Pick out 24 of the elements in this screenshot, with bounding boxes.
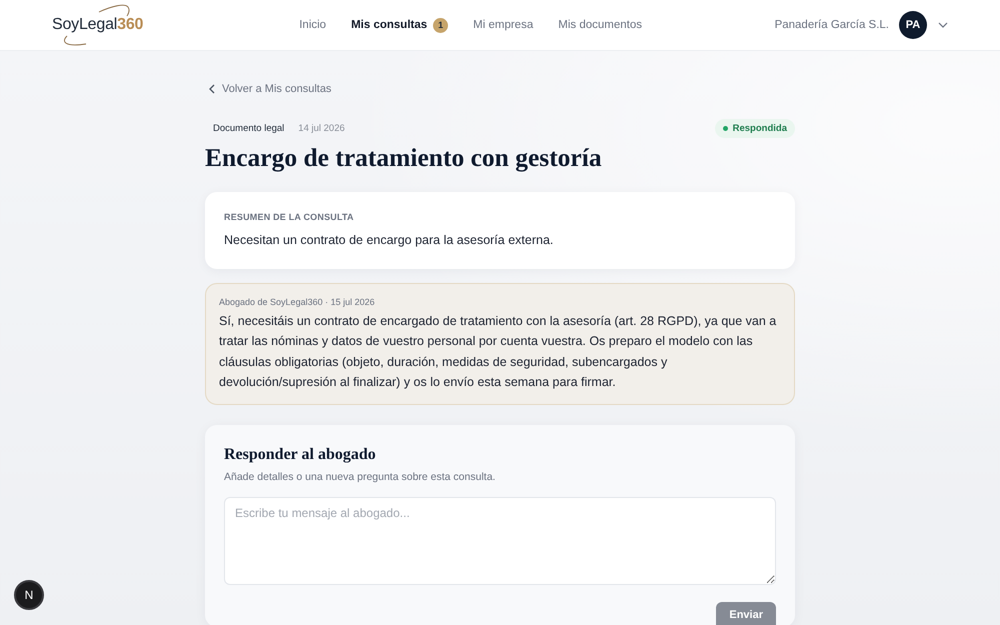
- nav-link[interactable]: Inicio: [299, 19, 326, 31]
- logo[interactable]: SoyLegal360: [52, 3, 144, 47]
- summary-text: Necesitan un contrato de encargo para la asesoría externa.: [224, 232, 554, 249]
- chevron-down-icon[interactable]: [938, 22, 948, 28]
- dev-indicator-button[interactable]: N: [14, 580, 44, 610]
- message-text: Sí, necesitáis un contrato de encargado de tratamiento con la asesoría (art. 28 RGPD), ya que van a tratar las nóminas y datos de vuestro personal por cuenta vuestra. Os preparo el modelo con las cláusulas obligatorias (objeto, duración, medidas de seguridad, subencargados y devolución/supresión al finalizar) y os lo envío esta semana para firmar.: [219, 313, 778, 391]
- nav-link[interactable]: Mis documentos: [558, 19, 642, 31]
- chevron-left-icon: [209, 84, 215, 94]
- nav-link[interactable]: Mis consultas: [351, 19, 428, 31]
- message-meta: Abogado de SoyLegal360 · 15 jul 2026: [219, 296, 376, 309]
- status-dot-icon: [722, 126, 728, 130]
- back-link[interactable]: Volver a Mis consultas: [209, 81, 332, 97]
- nav-link[interactable]: Mi empresa: [473, 19, 534, 31]
- consultation-title: Encargo de tratamiento con gestoría: [205, 143, 603, 173]
- reply-title: Responder al abogado: [224, 445, 377, 466]
- consultation-date: 14 jul 2026: [298, 122, 345, 134]
- company-name: Panadería García S.L.: [774, 19, 889, 31]
- summary-heading: RESUMEN DE LA CONSULTA: [224, 211, 355, 223]
- category-label: Documento legal: [213, 122, 284, 134]
- status-badge: Respondida: [714, 118, 795, 138]
- count-badge: 1: [433, 18, 448, 32]
- reply-subtitle: Añade detalles o una nueva pregunta sobre esta consulta.: [224, 470, 496, 486]
- message-field[interactable]: Escribe tu mensaje al abogado...: [224, 497, 776, 586]
- avatar[interactable]: PA: [899, 11, 927, 39]
